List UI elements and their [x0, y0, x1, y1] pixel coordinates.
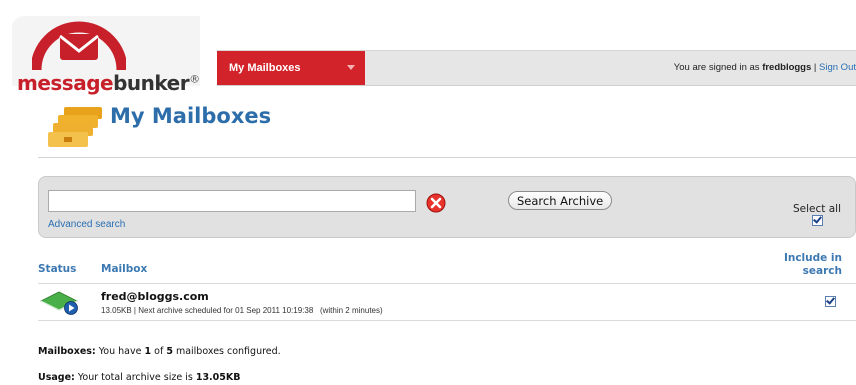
signed-in-info: You are signed in as fredbloggs | Sign O…: [673, 62, 856, 73]
search-archive-button[interactable]: Search Archive: [508, 191, 613, 210]
column-header-status: Status: [38, 263, 77, 275]
envelope-logo-icon: [32, 21, 126, 71]
row-divider: [38, 320, 856, 321]
username: fredbloggs: [762, 62, 812, 73]
mailbox-detail: 13.05KB | Next archive scheduled for 01 …: [101, 306, 383, 315]
clear-search-icon[interactable]: [426, 193, 446, 213]
select-all-checkbox[interactable]: [811, 215, 823, 226]
divider: [38, 157, 856, 158]
usage-summary: Usage: Your total archive size is 13.05K…: [38, 372, 241, 383]
search-panel: Advanced search Search Archive Select al…: [38, 176, 856, 238]
advanced-search-link[interactable]: Advanced search: [48, 219, 125, 230]
select-all: Select all: [793, 203, 841, 229]
mailbox-name[interactable]: fred@bloggs.com: [101, 290, 209, 303]
include-in-search-checkbox[interactable]: [825, 296, 836, 307]
mailbox-status-icon: [40, 291, 78, 315]
nav-tab-label: My Mailboxes: [229, 62, 301, 74]
sign-out-link[interactable]: Sign Out: [819, 62, 856, 73]
mailboxes-summary: Mailboxes: You have 1 of 5 mailboxes con…: [38, 346, 281, 357]
page: messagebunker® My Mailboxes You are sign…: [12, 0, 856, 385]
search-input[interactable]: [48, 190, 416, 212]
page-title: My Mailboxes: [110, 104, 272, 128]
chevron-down-icon: [347, 65, 355, 70]
nav-tab-my-mailboxes[interactable]: My Mailboxes: [217, 51, 365, 85]
select-all-label: Select all: [793, 203, 841, 215]
logo[interactable]: messagebunker®: [12, 16, 200, 95]
column-header-mailbox: Mailbox: [101, 263, 148, 275]
top-navbar: My Mailboxes You are signed in as fredbl…: [217, 50, 856, 86]
row-divider: [38, 283, 856, 284]
column-header-include: Include in search: [783, 252, 842, 277]
mailboxes-icon: [48, 107, 102, 147]
logo-wordmark: messagebunker®: [17, 71, 200, 95]
